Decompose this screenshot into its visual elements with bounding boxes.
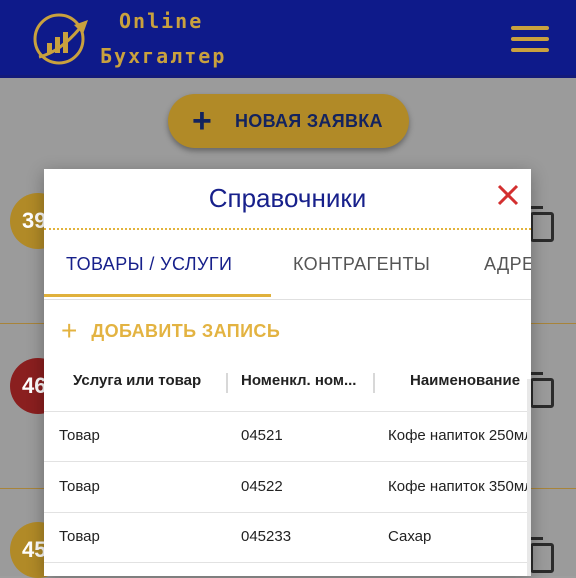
cell-name[interactable]: Кофе напиток 350мл — [388, 478, 531, 495]
vertical-scrollbar[interactable] — [527, 379, 531, 576]
add-record-button[interactable]: + ДОБАВИТЬ ЗАПИСЬ — [61, 317, 280, 345]
close-icon[interactable] — [495, 182, 521, 208]
tab-addresses[interactable]: АДРЕ — [484, 254, 531, 275]
column-header-nomenclature[interactable]: Номенкл. ном... — [241, 372, 356, 389]
copy-icon[interactable] — [524, 372, 554, 408]
plus-icon: + — [61, 315, 78, 346]
new-request-button[interactable]: + НОВАЯ ЗАЯВКА — [168, 94, 409, 148]
tab-bar: ТОВАРЫ / УСЛУГИ КОНТРАГЕНТЫ АДРЕ — [44, 229, 531, 300]
brand-line-2: Бухгалтер — [100, 44, 227, 68]
tab-counterparties[interactable]: КОНТРАГЕНТЫ — [293, 254, 430, 275]
cell-nomenclature[interactable]: 04521 — [241, 427, 283, 444]
modal-title: Справочники — [208, 183, 367, 213]
cell-type[interactable]: Товар — [59, 528, 100, 545]
row-divider — [44, 411, 531, 412]
new-request-label: НОВАЯ ЗАЯВКА — [235, 111, 383, 131]
app-header: Online Бухгалтер — [0, 0, 576, 78]
active-tab-indicator — [44, 294, 271, 297]
row-divider — [44, 461, 531, 462]
cell-type[interactable]: Товар — [59, 478, 100, 495]
cell-name[interactable]: Сахар — [388, 528, 431, 545]
add-record-label: ДОБАВИТЬ ЗАПИСЬ — [91, 320, 281, 341]
column-header-type[interactable]: Услуга или товар — [73, 372, 201, 389]
cell-nomenclature[interactable]: 045233 — [241, 528, 291, 545]
cell-nomenclature[interactable]: 04522 — [241, 478, 283, 495]
column-separator[interactable] — [226, 373, 228, 393]
cell-type[interactable]: Товар — [59, 427, 100, 444]
copy-icon[interactable] — [524, 537, 554, 573]
tab-goods-services[interactable]: ТОВАРЫ / УСЛУГИ — [66, 254, 232, 275]
copy-icon[interactable] — [524, 206, 554, 242]
row-divider — [44, 512, 531, 513]
directories-modal: Справочники ТОВАРЫ / УСЛУГИ КОНТРАГЕНТЫ … — [44, 169, 531, 576]
plus-icon: + — [192, 102, 212, 140]
column-header-name[interactable]: Наименование — [410, 372, 520, 389]
brand-line-1: Online — [119, 9, 204, 33]
cell-name[interactable]: Кофе напиток 250мл — [388, 427, 531, 444]
hamburger-menu-icon[interactable] — [511, 26, 549, 54]
logo-icon — [33, 13, 88, 65]
row-divider — [44, 562, 531, 563]
column-separator[interactable] — [373, 373, 375, 393]
